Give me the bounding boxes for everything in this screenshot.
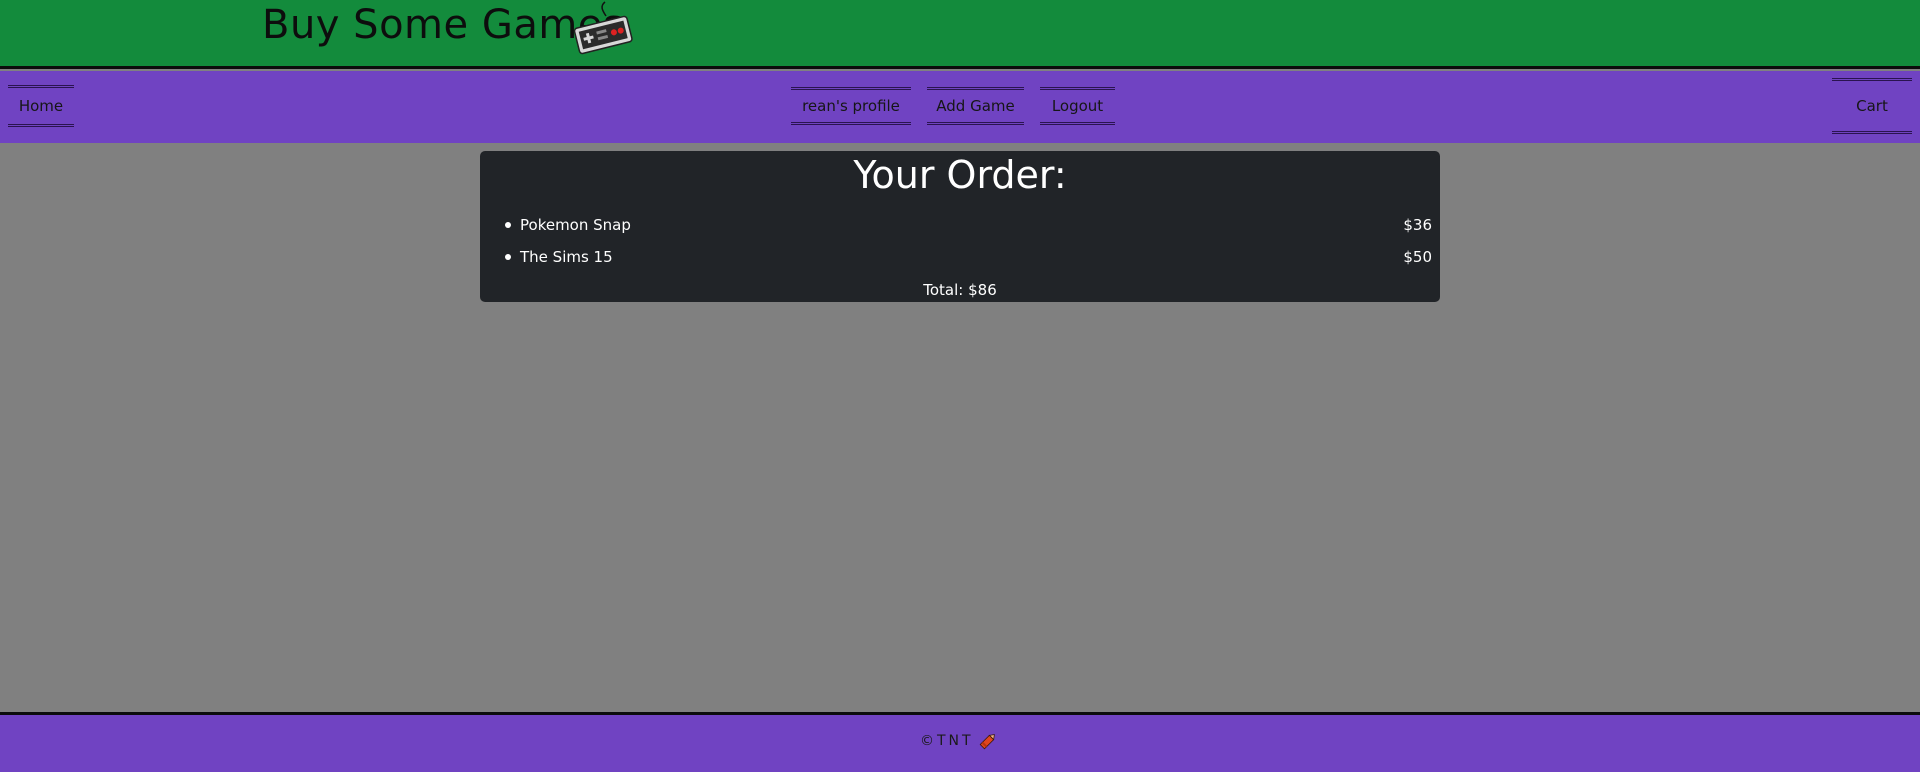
- nav-add-game-link[interactable]: Add Game: [927, 87, 1024, 125]
- site-title: Buy Some Games: [262, 2, 625, 48]
- site-header: Buy Some Games: [0, 0, 1920, 69]
- game-controller-icon: [573, 1, 633, 55]
- order-total: Total: $86: [923, 281, 997, 299]
- order-item-list: Pokemon Snap $36 The Sims 15 $50: [505, 209, 1432, 273]
- order-item: Pokemon Snap $36: [505, 209, 1432, 241]
- nav-profile-link[interactable]: rean's profile: [791, 87, 911, 125]
- order-item-price: $50: [1403, 248, 1432, 266]
- order-item-name: The Sims 15: [520, 248, 613, 266]
- nav-cart-link[interactable]: Cart: [1832, 78, 1912, 134]
- site-footer: ©TNT: [0, 712, 1920, 772]
- nav-logout-link[interactable]: Logout: [1040, 87, 1115, 125]
- main-nav: Home rean's profile Add Game Logout Cart: [0, 71, 1920, 143]
- order-item-name: Pokemon Snap: [520, 216, 631, 234]
- copyright-text: ©TNT: [920, 733, 974, 749]
- nav-home-link[interactable]: Home: [8, 85, 74, 127]
- order-item-price: $36: [1403, 216, 1432, 234]
- crayon-icon: [979, 734, 995, 750]
- order-heading: Your Order:: [853, 153, 1067, 197]
- order-item: The Sims 15 $50: [505, 241, 1432, 273]
- order-summary-card: Your Order: Pokemon Snap $36 The Sims 15…: [480, 151, 1440, 302]
